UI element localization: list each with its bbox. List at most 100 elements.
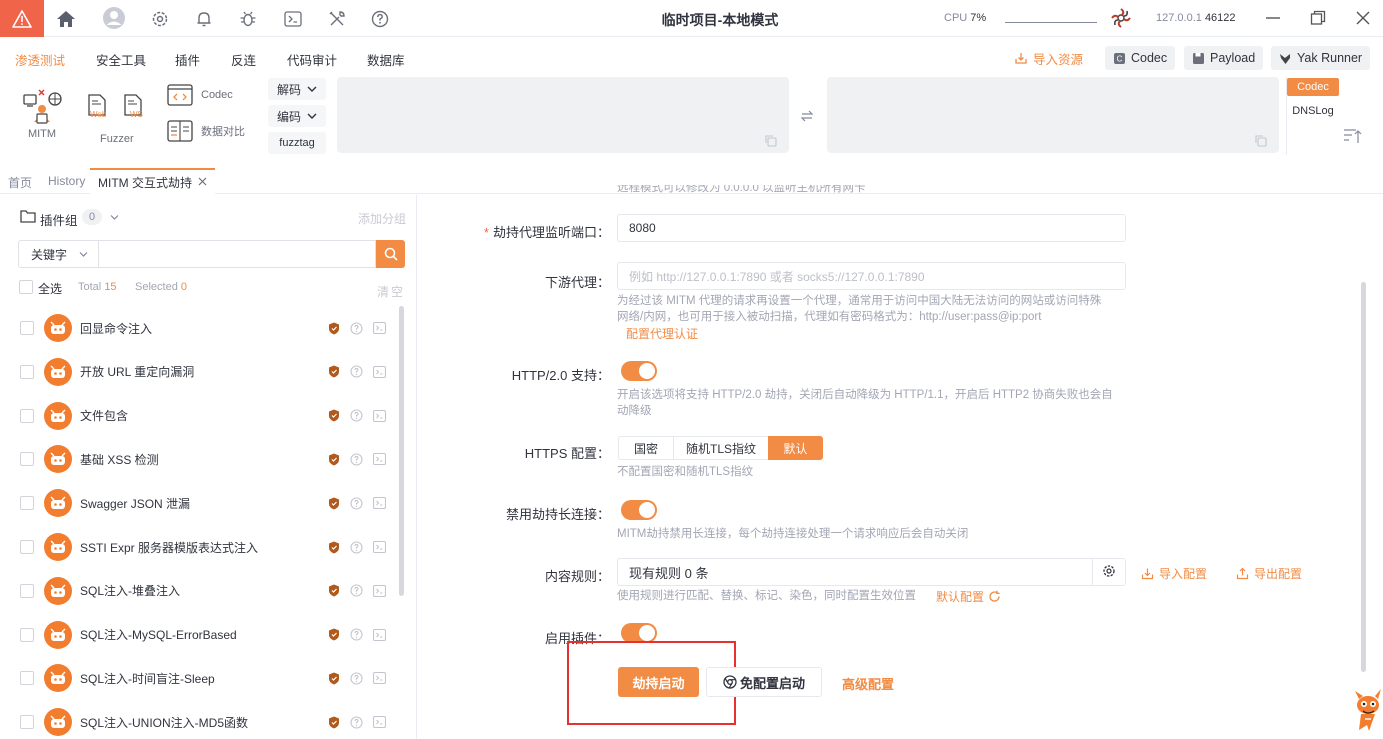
plugin-item[interactable]: 文件包含 (18, 394, 394, 438)
clear-button[interactable]: 清空 (377, 283, 405, 300)
minimize-icon[interactable] (1264, 9, 1282, 27)
plugin-item[interactable]: 开放 URL 重定向漏洞 (18, 350, 394, 394)
plugin-item[interactable]: 回显命令注入 (18, 306, 394, 350)
plugin-checkbox[interactable] (20, 715, 34, 730)
https-option-gm[interactable]: 国密 (618, 436, 674, 460)
https-option-default[interactable]: 默认 (768, 436, 823, 460)
scrollbar[interactable] (1361, 282, 1366, 672)
bug-icon[interactable] (237, 8, 259, 30)
menu-plugins[interactable]: 插件 (175, 50, 200, 69)
tab-mitm[interactable]: MITM 交互式劫持 (90, 168, 215, 194)
chevron-down-icon[interactable] (110, 213, 119, 222)
help-icon[interactable] (350, 584, 363, 597)
config-free-start-button[interactable]: 免配置启动 (706, 667, 822, 697)
plugin-checkbox[interactable] (20, 671, 34, 686)
select-all-checkbox[interactable] (19, 280, 33, 294)
plugin-checkbox[interactable] (20, 583, 34, 598)
codec-tool[interactable]: Codec (167, 84, 233, 106)
codec-output-editor[interactable] (827, 77, 1279, 153)
proxy-auth-link[interactable]: 配置代理认证 (626, 325, 698, 342)
codec-button[interactable]: C Codec (1105, 46, 1176, 70)
gear-icon[interactable] (149, 8, 171, 30)
help-icon[interactable] (350, 540, 363, 554)
import-resource-button[interactable]: 导入资源 (1014, 46, 1083, 70)
yak-runner-button[interactable]: Yak Runner (1271, 46, 1371, 70)
plugin-checkbox[interactable] (20, 364, 34, 379)
mitm-tool[interactable]: MITM (18, 86, 66, 140)
mascot-icon[interactable] (1353, 687, 1383, 733)
plugin-item[interactable]: Swagger JSON 泄漏 (18, 481, 394, 525)
terminal-icon[interactable] (282, 8, 304, 30)
search-input[interactable] (98, 240, 376, 268)
help-icon[interactable] (350, 716, 363, 729)
downstream-proxy-input[interactable]: 例如 http://127.0.0.1:7890 或者 socks5://127… (617, 262, 1126, 290)
home-icon[interactable] (55, 8, 77, 30)
data-compare-tool[interactable]: 数据对比 (167, 120, 245, 142)
plugin-checkbox[interactable] (20, 627, 34, 642)
plugin-checkbox[interactable] (20, 496, 34, 511)
web-fuzzer-tool[interactable]: Web (86, 94, 112, 122)
terminal-icon[interactable] (373, 716, 386, 729)
plugin-item[interactable]: SQL注入-UNION注入-MD5函数 (18, 700, 394, 739)
gear-icon[interactable] (1102, 564, 1116, 578)
side-codec-tab[interactable]: Codec (1287, 78, 1339, 96)
menu-security-tools[interactable]: 安全工具 (96, 50, 146, 69)
port-input[interactable]: 8080 (617, 214, 1126, 242)
copy-icon[interactable] (1255, 135, 1267, 147)
help-icon[interactable] (350, 628, 363, 641)
restore-icon[interactable] (1309, 9, 1327, 27)
keepalive-toggle[interactable] (621, 500, 657, 520)
advanced-config-link[interactable]: 高级配置 (842, 674, 894, 693)
keyword-select[interactable]: 关键字 (18, 240, 98, 268)
default-config-link[interactable]: 默认配置 (936, 588, 1001, 605)
terminal-icon[interactable] (373, 497, 386, 510)
terminal-icon[interactable] (373, 672, 386, 685)
plugin-item[interactable]: SQL注入-时间盲注-Sleep (18, 656, 394, 700)
user-avatar-icon[interactable] (102, 6, 126, 30)
terminal-icon[interactable] (373, 322, 386, 334)
content-rules-field[interactable]: 现有规则 0 条 (617, 558, 1126, 586)
terminal-icon[interactable] (373, 628, 386, 641)
menu-code-audit[interactable]: 代码审计 (287, 50, 337, 69)
enable-plugins-toggle[interactable] (621, 623, 657, 643)
plugin-checkbox[interactable] (20, 540, 34, 554)
sort-icon[interactable] (1343, 128, 1363, 144)
tab-history[interactable]: History (48, 174, 85, 188)
swap-icon[interactable] (800, 109, 814, 123)
export-config-button[interactable]: 导出配置 (1236, 565, 1302, 582)
engine-icon[interactable] (1111, 8, 1131, 28)
tools-icon[interactable] (326, 8, 348, 30)
https-option-random-tls[interactable]: 随机TLS指纹 (673, 436, 769, 460)
help-icon[interactable] (350, 672, 363, 685)
tab-home[interactable]: 首页 (8, 174, 32, 191)
help-icon[interactable] (350, 321, 363, 335)
plugin-group-label[interactable]: 插件组 (40, 210, 78, 229)
encode-select[interactable]: 编码 (268, 105, 326, 127)
plugin-checkbox[interactable] (20, 408, 34, 423)
help-icon[interactable] (350, 409, 363, 422)
ws-fuzzer-tool[interactable]: WS (122, 94, 148, 122)
terminal-icon[interactable] (373, 365, 386, 378)
close-icon[interactable] (1354, 9, 1372, 27)
import-config-button[interactable]: 导入配置 (1141, 565, 1207, 582)
terminal-icon[interactable] (373, 453, 386, 466)
plugin-checkbox[interactable] (20, 452, 34, 467)
plugin-item[interactable]: SQL注入-MySQL-ErrorBased (18, 613, 394, 657)
help-icon[interactable] (350, 453, 363, 466)
warning-icon[interactable] (0, 0, 44, 37)
help-icon[interactable] (350, 497, 363, 510)
scrollbar[interactable] (399, 306, 404, 596)
terminal-icon[interactable] (373, 584, 386, 597)
menu-pentest[interactable]: 渗透测试 (15, 50, 65, 69)
add-group-button[interactable]: 添加分组 (358, 210, 406, 227)
plugin-item[interactable]: SSTI Expr 服务器模版表达式注入 (18, 525, 394, 569)
close-icon[interactable] (198, 177, 207, 186)
start-hijack-button[interactable]: 劫持启动 (618, 667, 699, 697)
menu-reverse[interactable]: 反连 (231, 50, 256, 69)
help-icon[interactable] (350, 365, 363, 378)
bell-icon[interactable] (193, 8, 215, 30)
http2-toggle[interactable] (621, 361, 657, 381)
payload-button[interactable]: Payload (1184, 46, 1264, 70)
fuzztag-button[interactable]: fuzztag (268, 132, 326, 154)
copy-icon[interactable] (765, 135, 777, 147)
